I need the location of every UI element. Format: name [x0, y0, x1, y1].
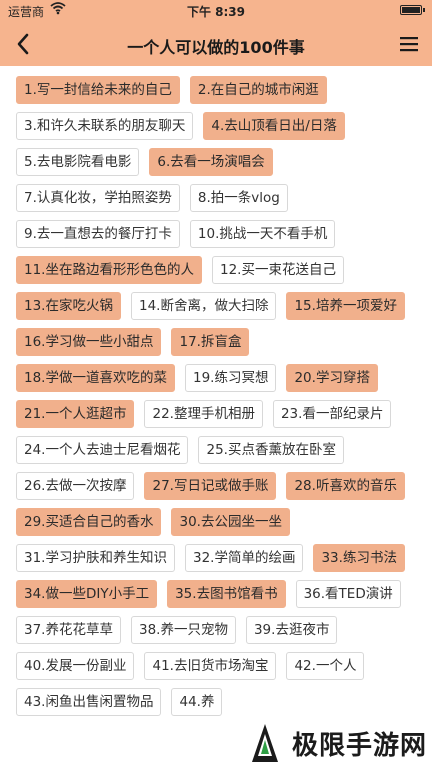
todo-item[interactable]: 6.去看一场演唱会 — [149, 148, 273, 176]
todo-item[interactable]: 26.去做一次按摩 — [16, 472, 135, 500]
todo-item[interactable]: 18.学做一道喜欢吃的菜 — [16, 364, 175, 392]
todo-item[interactable]: 3.和许久未联系的朋友聊天 — [16, 112, 194, 140]
page-title: 一个人可以做的100件事 — [127, 38, 305, 57]
battery-icon — [400, 5, 425, 15]
todo-item[interactable]: 12.买一束花送自己 — [211, 256, 344, 284]
menu-button[interactable] — [398, 31, 422, 57]
todo-item[interactable]: 25.买点香薰放在卧室 — [198, 436, 344, 464]
todo-item[interactable]: 2.在自己的城市闲逛 — [189, 76, 327, 104]
status-time: 下午 8:39 — [186, 5, 246, 19]
todo-item[interactable]: 40.发展一份副业 — [16, 652, 135, 680]
todo-item[interactable]: 1.写一封信给未来的自己 — [16, 76, 180, 104]
todo-item[interactable]: 33.练习书法 — [313, 544, 405, 572]
todo-item[interactable]: 19.练习冥想 — [184, 364, 277, 392]
chevron-left-icon — [17, 33, 29, 55]
app-header: 运营商 下午 8:39 一个人可以做的100件事 — [0, 0, 432, 66]
todo-item[interactable]: 7.认真化妆，学拍照姿势 — [16, 184, 180, 212]
todo-item[interactable]: 30.去公园坐一坐 — [171, 508, 290, 536]
todo-item[interactable]: 43.闲鱼出售闲置物品 — [16, 688, 162, 716]
hamburger-menu-icon — [400, 37, 418, 52]
todo-item[interactable]: 11.坐在路边看形形色色的人 — [16, 256, 202, 284]
todo-item[interactable]: 16.学习做一些小甜点 — [16, 328, 162, 356]
watermark-text: 极限手游网 — [292, 730, 428, 761]
todo-item[interactable]: 4.去山顶看日出/日落 — [203, 112, 345, 140]
todo-item[interactable]: 34.做一些DIY小手工 — [16, 580, 158, 608]
todo-item[interactable]: 37.养花花草草 — [16, 616, 121, 644]
todo-item[interactable]: 23.看一部纪录片 — [272, 400, 392, 428]
todo-item[interactable]: 31.学习护肤和养生知识 — [16, 544, 175, 572]
back-button[interactable] — [10, 30, 38, 58]
todo-item[interactable]: 42.一个人 — [286, 652, 365, 680]
status-bar: 运营商 下午 8:39 — [0, 0, 432, 22]
tag-grid: 1.写一封信给未来的自己 2.在自己的城市闲逛 3.和许久未联系的朋友聊天 4.去山顶… — [12, 76, 420, 724]
todo-item[interactable]: 38.养一只宠物 — [130, 616, 236, 644]
todo-item[interactable]: 35.去图书馆看书 — [167, 580, 286, 608]
todo-list: 1.写一封信给未来的自己 2.在自己的城市闲逛 3.和许久未联系的朋友聊天 4.去山顶… — [0, 66, 432, 768]
todo-item[interactable]: 21.一个人逛超市 — [16, 400, 135, 428]
todo-item[interactable]: 24.一个人去迪士尼看烟花 — [16, 436, 189, 464]
todo-item[interactable]: 29.买适合自己的香水 — [16, 508, 162, 536]
todo-item[interactable]: 20.学习穿搭 — [286, 364, 378, 392]
todo-item[interactable]: 15.培养一项爱好 — [286, 292, 405, 320]
todo-item[interactable]: 8.拍一条vlog — [189, 184, 288, 212]
todo-item[interactable]: 5.去电影院看电影 — [16, 148, 140, 176]
todo-item[interactable]: 44.养 — [171, 688, 223, 716]
watermark-logo — [252, 724, 278, 762]
todo-item[interactable]: 22.整理手机相册 — [144, 400, 263, 428]
todo-item[interactable]: 32.学简单的绘画 — [184, 544, 304, 572]
todo-item[interactable]: 14.断舍离，做大扫除 — [130, 292, 277, 320]
todo-item[interactable]: 36.看TED演讲 — [295, 580, 401, 608]
watermark: 极限手游网 — [236, 718, 432, 768]
todo-item[interactable]: 41.去旧货市场淘宝 — [144, 652, 277, 680]
todo-item[interactable]: 28.听喜欢的音乐 — [286, 472, 405, 500]
todo-item[interactable]: 13.在家吃火锅 — [16, 292, 121, 320]
todo-item[interactable]: 39.去逛夜市 — [245, 616, 338, 644]
navigation-bar: 一个人可以做的100件事 — [0, 22, 432, 66]
todo-item[interactable]: 9.去一直想去的餐厅打卡 — [16, 220, 180, 248]
todo-item[interactable]: 27.写日记或做手账 — [144, 472, 277, 500]
todo-item[interactable]: 10.挑战一天不看手机 — [189, 220, 336, 248]
todo-item[interactable]: 17.拆盲盒 — [171, 328, 250, 356]
